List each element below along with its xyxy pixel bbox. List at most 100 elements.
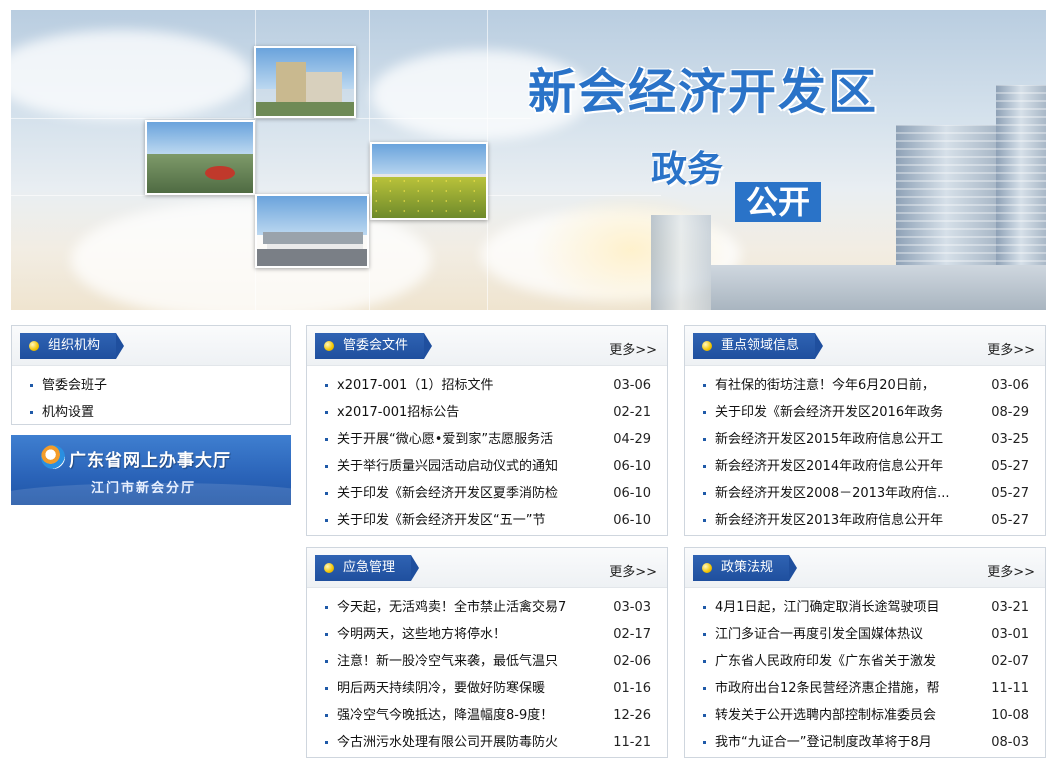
panel-header: 应急管理 更多>>: [307, 548, 667, 588]
list-item-date: 06-10: [613, 459, 651, 474]
list-item[interactable]: 市政府出台12条民营经济惠企措施，帮 11-11: [701, 675, 1035, 702]
photo-rapeseed-field: [370, 142, 488, 220]
list-item-title[interactable]: 关于印发《新会经济开发区夏季消防检: [337, 480, 558, 507]
list-item-title[interactable]: x2017-001招标公告: [337, 399, 459, 426]
list-item[interactable]: 新会经济开发区2008－2013年政府信... 05-27: [701, 480, 1035, 507]
banner-subtitle-gov-affairs: 政务: [651, 149, 724, 190]
square-bullet-icon: [703, 687, 706, 690]
square-bullet-icon: [325, 492, 328, 495]
list-item-date: 03-06: [991, 378, 1029, 393]
list-item-title[interactable]: 新会经济开发区2008－2013年政府信...: [715, 480, 950, 507]
list-item[interactable]: 新会经济开发区2015年政府信息公开工 03-25: [701, 426, 1035, 453]
bullet-dot-icon: [324, 563, 334, 573]
list-item-date: 06-10: [613, 486, 651, 501]
square-bullet-icon: [325, 465, 328, 468]
square-bullet-icon: [703, 633, 706, 636]
list-item-title[interactable]: 我市“九证合一”登记制度改革将于8月: [715, 729, 932, 756]
banner-subtitle-open: 公开: [735, 182, 821, 222]
list-item[interactable]: 新会经济开发区2013年政府信息公开年 05-27: [701, 507, 1035, 534]
list-item-date: 05-27: [991, 513, 1029, 528]
list-item-title[interactable]: 关于印发《新会经济开发区“五一”节: [337, 507, 545, 534]
list-item-title[interactable]: 关于举行质量兴园活动启动仪式的通知: [337, 453, 558, 480]
list-item-title[interactable]: 强冷空气今晚抵达，降温幅度8-9度！: [337, 702, 553, 729]
list-item-title[interactable]: 今古洲污水处理有限公司开展防毒防火: [337, 729, 558, 756]
list-item[interactable]: 明后两天持续阴冷，要做好防寒保暖 01-16: [323, 675, 657, 702]
news-list: 今天起，无活鸡卖！全市禁止活禽交易7 03-03 今明两天，这些地方将停水！ 02-…: [307, 588, 667, 756]
list-item[interactable]: 转发关于公开选聘内部控制标准委员会 10-08: [701, 702, 1035, 729]
cloud-decoration: [11, 30, 251, 120]
list-item-date: 03-06: [613, 378, 651, 393]
committee-docs-tab: 管委会文件: [315, 333, 433, 359]
online-service-hall-banner[interactable]: 广东省网上办事大厅 江门市新会分厅: [11, 435, 291, 505]
list-item[interactable]: 管委会班子: [28, 372, 280, 399]
list-item-title[interactable]: 新会经济开发区2013年政府信息公开年: [715, 507, 943, 534]
list-item[interactable]: 新会经济开发区2014年政府信息公开年 05-27: [701, 453, 1035, 480]
list-item-title[interactable]: 明后两天持续阴冷，要做好防寒保暖: [337, 675, 545, 702]
list-item[interactable]: 我市“九证合一”登记制度改革将于8月 08-03: [701, 729, 1035, 756]
list-item-date: 03-01: [991, 627, 1029, 642]
list-item[interactable]: 注意！新一股冷空气来袭，最低气温只 02-06: [323, 648, 657, 675]
list-item[interactable]: 今天起，无活鸡卖！全市禁止活禽交易7 03-03: [323, 594, 657, 621]
square-bullet-icon: [703, 714, 706, 717]
panel-heading: 政策法规: [721, 560, 774, 575]
list-item[interactable]: 今古洲污水处理有限公司开展防毒防火 11-21: [323, 729, 657, 756]
emergency-tab: 应急管理: [315, 555, 420, 581]
emergency-panel: 应急管理 更多>> 今天起，无活鸡卖！全市禁止活禽交易7 03-03 今明两天，这…: [306, 547, 668, 758]
list-item-date: 04-29: [613, 432, 651, 447]
list-item-title[interactable]: 注意！新一股冷空气来袭，最低气温只: [337, 648, 558, 675]
list-item-title[interactable]: 市政府出台12条民营经济惠企措施，帮: [715, 675, 940, 702]
list-item[interactable]: 今明两天，这些地方将停水！ 02-17: [323, 621, 657, 648]
list-item-title[interactable]: 4月1日起，江门确定取消长途驾驶项目: [715, 594, 940, 621]
more-link[interactable]: 更多>>: [609, 561, 657, 580]
list-item[interactable]: x2017-001招标公告 02-21: [323, 399, 657, 426]
list-item-title[interactable]: 广东省人民政府印发《广东省关于激发: [715, 648, 936, 675]
list-item-date: 05-27: [991, 459, 1029, 474]
list-item-title[interactable]: 新会经济开发区2015年政府信息公开工: [715, 426, 943, 453]
list-item-title[interactable]: 今明两天，这些地方将停水！: [337, 621, 506, 648]
more-link[interactable]: 更多>>: [987, 339, 1035, 358]
list-item-title[interactable]: 江门多证合一再度引发全国媒体热议: [715, 621, 923, 648]
more-link[interactable]: 更多>>: [987, 561, 1035, 580]
photo-town-square: [145, 120, 255, 195]
list-item-date: 01-16: [613, 681, 651, 696]
list-item[interactable]: 有社保的街坊注意！今年6月20日前， 03-06: [701, 372, 1035, 399]
list-item-title[interactable]: 转发关于公开选聘内部控制标准委员会: [715, 702, 936, 729]
list-item-date: 02-06: [613, 654, 651, 669]
photo-office-building: [254, 46, 356, 118]
list-item[interactable]: 关于举行质量兴园活动启动仪式的通知 06-10: [323, 453, 657, 480]
org-panel: 组织机构 管委会班子 机构设置: [11, 325, 291, 425]
list-item[interactable]: 关于印发《新会经济开发区夏季消防检 06-10: [323, 480, 657, 507]
header-banner: 新会经济开发区 政务 公开: [11, 10, 1046, 310]
list-item[interactable]: 广东省人民政府印发《广东省关于激发 02-07: [701, 648, 1035, 675]
bullet-dot-icon: [29, 341, 39, 351]
list-item-title[interactable]: 管委会班子: [42, 372, 107, 399]
list-item-title[interactable]: 关于开展“微心愿•爱到家”志愿服务活: [337, 426, 553, 453]
list-item[interactable]: 机构设置: [28, 399, 280, 426]
square-bullet-icon: [325, 633, 328, 636]
list-item-title[interactable]: 机构设置: [42, 399, 94, 426]
key-areas-tab: 重点领域信息: [693, 333, 824, 359]
list-item-date: 12-26: [613, 708, 651, 723]
list-item-title[interactable]: 新会经济开发区2014年政府信息公开年: [715, 453, 943, 480]
list-item[interactable]: 强冷空气今晚抵达，降温幅度8-9度！ 12-26: [323, 702, 657, 729]
square-bullet-icon: [325, 411, 328, 414]
square-bullet-icon: [325, 687, 328, 690]
square-bullet-icon: [325, 741, 328, 744]
list-item[interactable]: 4月1日起，江门确定取消长途驾驶项目 03-21: [701, 594, 1035, 621]
list-item[interactable]: 江门多证合一再度引发全国媒体热议 03-01: [701, 621, 1035, 648]
square-bullet-icon: [325, 660, 328, 663]
list-item-title[interactable]: x2017-001（1）招标文件: [337, 372, 494, 399]
org-panel-tab: 组织机构: [20, 333, 125, 359]
list-item-title[interactable]: 有社保的街坊注意！今年6月20日前，: [715, 372, 935, 399]
square-bullet-icon: [325, 519, 328, 522]
list-item-date: 06-10: [613, 513, 651, 528]
list-item[interactable]: 关于开展“微心愿•爱到家”志愿服务活 04-29: [323, 426, 657, 453]
list-item[interactable]: 关于印发《新会经济开发区2016年政务 08-29: [701, 399, 1035, 426]
more-link[interactable]: 更多>>: [609, 339, 657, 358]
list-item[interactable]: 关于印发《新会经济开发区“五一”节 06-10: [323, 507, 657, 534]
list-item-title[interactable]: 今天起，无活鸡卖！全市禁止活禽交易7: [337, 594, 566, 621]
list-item[interactable]: x2017-001（1）招标文件 03-06: [323, 372, 657, 399]
square-bullet-icon: [703, 465, 706, 468]
list-item-title[interactable]: 关于印发《新会经济开发区2016年政务: [715, 399, 943, 426]
committee-docs-panel: 管委会文件 更多>> x2017-001（1）招标文件 03-06 x2017-0…: [306, 325, 668, 536]
